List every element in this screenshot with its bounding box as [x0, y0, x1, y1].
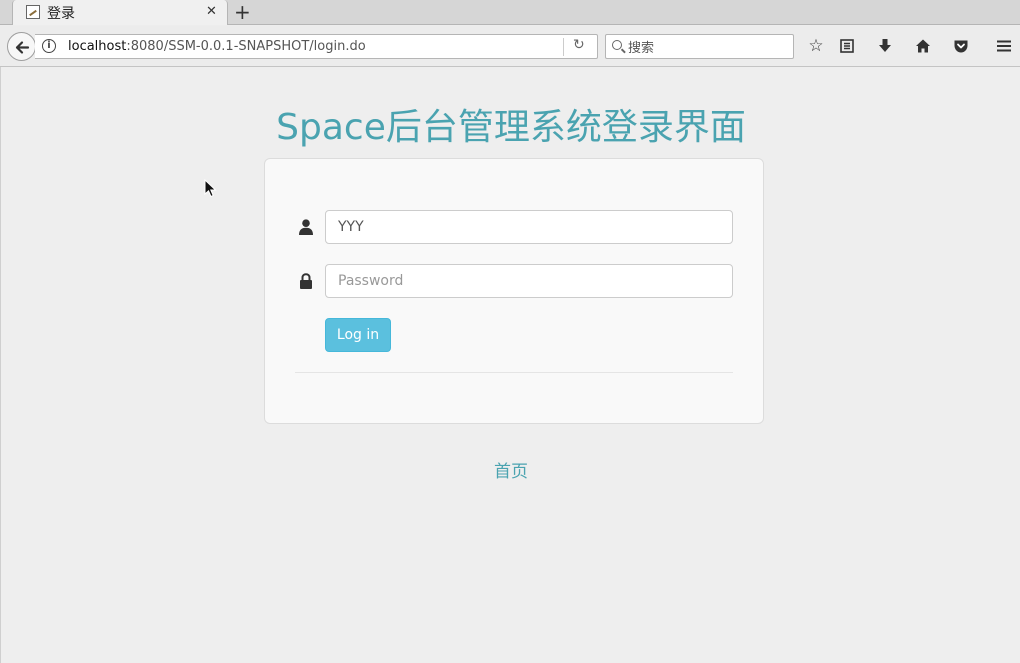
url-separator	[563, 38, 564, 56]
bookmark-star-icon[interactable]: ☆	[805, 35, 827, 57]
url-text[interactable]: localhost:8080/SSM-0.0.1-SNAPSHOT/login.…	[68, 39, 366, 54]
password-field[interactable]	[325, 264, 733, 298]
mouse-cursor-icon	[204, 179, 217, 198]
menu-icon[interactable]	[993, 35, 1015, 57]
panel-divider	[295, 372, 733, 373]
page-title: Space后台管理系统登录界面	[276, 107, 746, 148]
new-tab-icon[interactable]: +	[234, 1, 251, 23]
search-bar[interactable]	[605, 34, 794, 59]
back-arrow-icon	[15, 41, 30, 54]
url-path: :8080/SSM-0.0.1-SNAPSHOT/login.do	[126, 39, 366, 54]
reload-icon[interactable]: ↻	[573, 37, 585, 53]
info-icon[interactable]: i	[42, 39, 56, 53]
pocket-icon[interactable]	[950, 35, 972, 57]
home-link-row: 首页	[1, 457, 1020, 482]
lock-icon	[300, 273, 312, 289]
navigation-bar: i localhost:8080/SSM-0.0.1-SNAPSHOT/logi…	[0, 26, 1020, 67]
close-tab-icon[interactable]: ✕	[206, 4, 217, 19]
tab-login[interactable]: 登录 ✕	[12, 0, 228, 25]
home-icon[interactable]	[912, 35, 934, 57]
username-field[interactable]	[325, 210, 733, 244]
search-input[interactable]	[628, 38, 788, 56]
login-button[interactable]: Log in	[325, 318, 391, 352]
tab-strip: 登录 ✕ +	[0, 0, 1020, 25]
reading-list-icon[interactable]	[836, 35, 858, 57]
tab-title: 登录	[47, 6, 75, 22]
url-bar[interactable]: i localhost:8080/SSM-0.0.1-SNAPSHOT/logi…	[35, 34, 598, 59]
home-link[interactable]: 首页	[494, 462, 528, 482]
url-host: localhost	[68, 39, 127, 54]
login-panel: Log in	[264, 158, 764, 424]
user-icon	[299, 219, 313, 235]
back-button[interactable]	[7, 32, 36, 61]
search-icon	[612, 40, 622, 50]
page-content: Space后台管理系统登录界面 Log in 首页	[0, 67, 1020, 663]
download-icon[interactable]	[874, 35, 896, 57]
page-favicon-icon	[26, 5, 40, 19]
